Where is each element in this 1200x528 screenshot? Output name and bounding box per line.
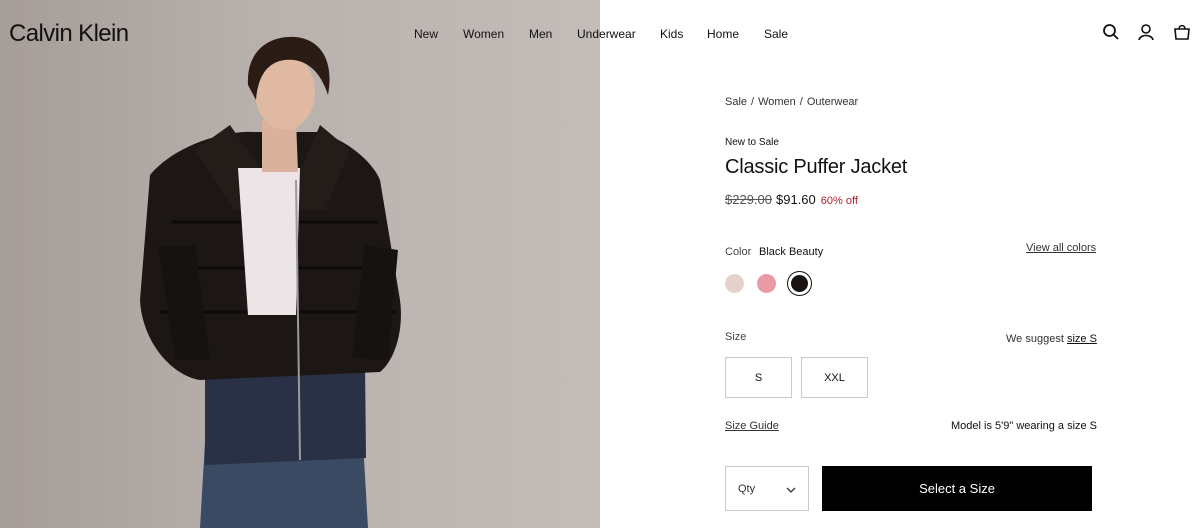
breadcrumb-sale[interactable]: Sale bbox=[725, 96, 747, 108]
original-price: $229.00 bbox=[725, 192, 772, 207]
nav-item-men[interactable]: Men bbox=[529, 27, 552, 41]
breadcrumb-separator: / bbox=[751, 96, 755, 108]
product-badge: New to Sale bbox=[725, 137, 779, 148]
swatch-fill bbox=[791, 275, 808, 292]
price-row: $229.00 $91.60 60% off bbox=[725, 192, 858, 207]
product-title: Classic Puffer Jacket bbox=[725, 156, 908, 178]
nav-item-new[interactable]: New bbox=[414, 27, 438, 41]
main-nav: New Women Men Underwear Kids Home Sale bbox=[0, 27, 1200, 43]
selected-color: Black Beauty bbox=[759, 246, 824, 258]
color-swatch-black-beauty[interactable] bbox=[787, 271, 812, 296]
suggest-prefix: We suggest bbox=[1006, 333, 1064, 345]
size-suggestion: We suggest size S bbox=[1006, 333, 1097, 345]
account-icon[interactable] bbox=[1137, 23, 1157, 43]
view-all-colors-link[interactable]: View all colors bbox=[1026, 242, 1096, 254]
color-swatch-pink[interactable] bbox=[757, 274, 776, 293]
discount-label: 60% off bbox=[820, 195, 858, 207]
quantity-label: Qty bbox=[738, 483, 756, 495]
select-size-button[interactable]: Select a Size bbox=[822, 466, 1092, 511]
nav-item-women[interactable]: Women bbox=[463, 27, 504, 41]
nav-item-kids[interactable]: Kids bbox=[660, 27, 683, 41]
breadcrumb-outerwear[interactable]: Outerwear bbox=[807, 96, 858, 108]
product-image bbox=[0, 0, 600, 528]
size-option-s[interactable]: S bbox=[725, 357, 792, 398]
search-icon[interactable] bbox=[1102, 23, 1122, 43]
suggested-size-link[interactable]: size S bbox=[1067, 333, 1097, 345]
color-label: Color bbox=[725, 246, 752, 258]
color-swatch-light-pink[interactable] bbox=[725, 274, 744, 293]
model-size-note: Model is 5'9" wearing a size S bbox=[951, 420, 1098, 432]
nav-item-underwear[interactable]: Underwear bbox=[577, 27, 636, 41]
size-label: Size bbox=[725, 331, 747, 343]
bag-icon[interactable] bbox=[1173, 23, 1193, 43]
breadcrumb-women[interactable]: Women bbox=[758, 96, 796, 108]
model-photo bbox=[140, 36, 401, 528]
chevron-down-icon bbox=[786, 482, 796, 493]
size-guide-link[interactable]: Size Guide bbox=[725, 420, 779, 432]
sale-price: $91.60 bbox=[776, 192, 816, 207]
nav-item-sale[interactable]: Sale bbox=[764, 27, 788, 41]
breadcrumb-separator: / bbox=[799, 96, 803, 108]
header-actions bbox=[1100, 23, 1196, 43]
nav-item-home[interactable]: Home bbox=[707, 27, 739, 41]
quantity-select[interactable]: Qty bbox=[725, 466, 809, 511]
breadcrumb: Sale / Women / Outerwear bbox=[725, 96, 858, 108]
size-option-xxl[interactable]: XXL bbox=[801, 357, 868, 398]
